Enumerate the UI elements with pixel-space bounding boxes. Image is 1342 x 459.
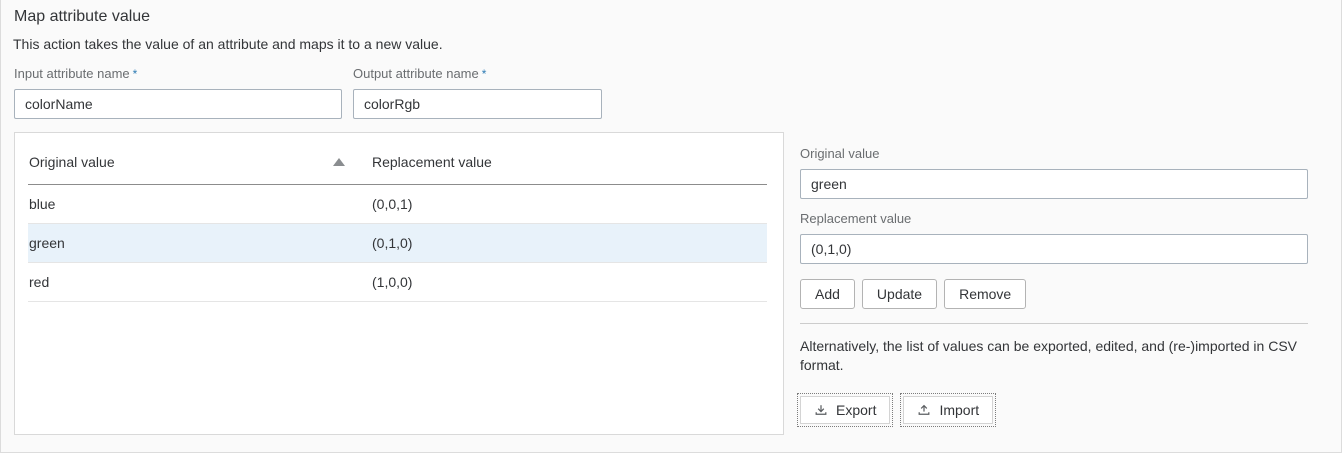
column-header-original-value[interactable]: Original value xyxy=(28,141,371,184)
required-asterisk: * xyxy=(482,67,487,81)
update-button[interactable]: Update xyxy=(862,279,937,309)
editor-buttons-row: Add Update Remove xyxy=(800,279,1308,309)
remove-button[interactable]: Remove xyxy=(944,279,1026,309)
column-header-replacement-label: Replacement value xyxy=(372,154,492,170)
content-row: Original value Replacement value blue (0… xyxy=(14,132,1325,435)
editor-replacement-value-label: Replacement value xyxy=(800,211,1308,226)
cell-replacement-value[interactable]: (1,0,0) xyxy=(371,262,767,301)
table-row-blue[interactable]: blue (0,0,1) xyxy=(28,184,767,223)
import-button[interactable]: Import xyxy=(903,396,993,424)
editor-original-value-field[interactable] xyxy=(800,169,1308,199)
cell-original-value[interactable]: blue xyxy=(28,184,371,223)
cell-original-value[interactable]: red xyxy=(28,262,371,301)
upload-icon xyxy=(917,403,931,417)
value-mapping-table-card: Original value Replacement value blue (0… xyxy=(14,132,784,435)
output-attribute-field-group: Output attribute name* xyxy=(353,66,602,119)
value-mapping-table: Original value Replacement value blue (0… xyxy=(28,141,767,302)
add-button[interactable]: Add xyxy=(800,279,855,309)
output-attribute-label-text: Output attribute name xyxy=(353,66,479,81)
value-editor-panel: Original value Replacement value Add Upd… xyxy=(800,132,1308,424)
input-attribute-field-group: Input attribute name* xyxy=(14,66,342,119)
input-attribute-name-field[interactable] xyxy=(14,89,342,119)
page-title: Map attribute value xyxy=(14,7,1325,27)
cell-replacement-value[interactable]: (0,0,1) xyxy=(371,184,767,223)
page-description: This action takes the value of an attrib… xyxy=(13,36,1325,53)
output-attribute-label: Output attribute name* xyxy=(353,66,602,82)
table-row-green-selected[interactable]: green (0,1,0) xyxy=(28,223,767,262)
input-attribute-label: Input attribute name* xyxy=(14,66,342,82)
editor-replacement-value-field[interactable] xyxy=(800,234,1308,264)
map-attribute-value-panel: Map attribute value This action takes th… xyxy=(0,0,1342,453)
csv-section-divider xyxy=(800,323,1308,324)
sort-ascending-icon xyxy=(333,158,345,166)
cell-replacement-value[interactable]: (0,1,0) xyxy=(371,223,767,262)
editor-original-value-label: Original value xyxy=(800,146,1308,161)
required-asterisk: * xyxy=(133,67,138,81)
input-attribute-label-text: Input attribute name xyxy=(14,66,130,81)
column-header-original-label: Original value xyxy=(29,154,115,170)
csv-note-text: Alternatively, the list of values can be… xyxy=(800,337,1308,375)
download-icon xyxy=(814,403,828,417)
cell-original-value[interactable]: green xyxy=(28,223,371,262)
export-button-label: Export xyxy=(836,402,876,418)
output-attribute-name-field[interactable] xyxy=(353,89,602,119)
csv-buttons-row: Export Import xyxy=(800,396,1308,424)
table-header-row: Original value Replacement value xyxy=(28,141,767,184)
attribute-fields-row: Input attribute name* Output attribute n… xyxy=(14,66,1325,119)
table-row-red[interactable]: red (1,0,0) xyxy=(28,262,767,301)
column-header-replacement-value[interactable]: Replacement value xyxy=(371,141,767,184)
import-button-label: Import xyxy=(939,402,979,418)
export-button[interactable]: Export xyxy=(800,396,890,424)
